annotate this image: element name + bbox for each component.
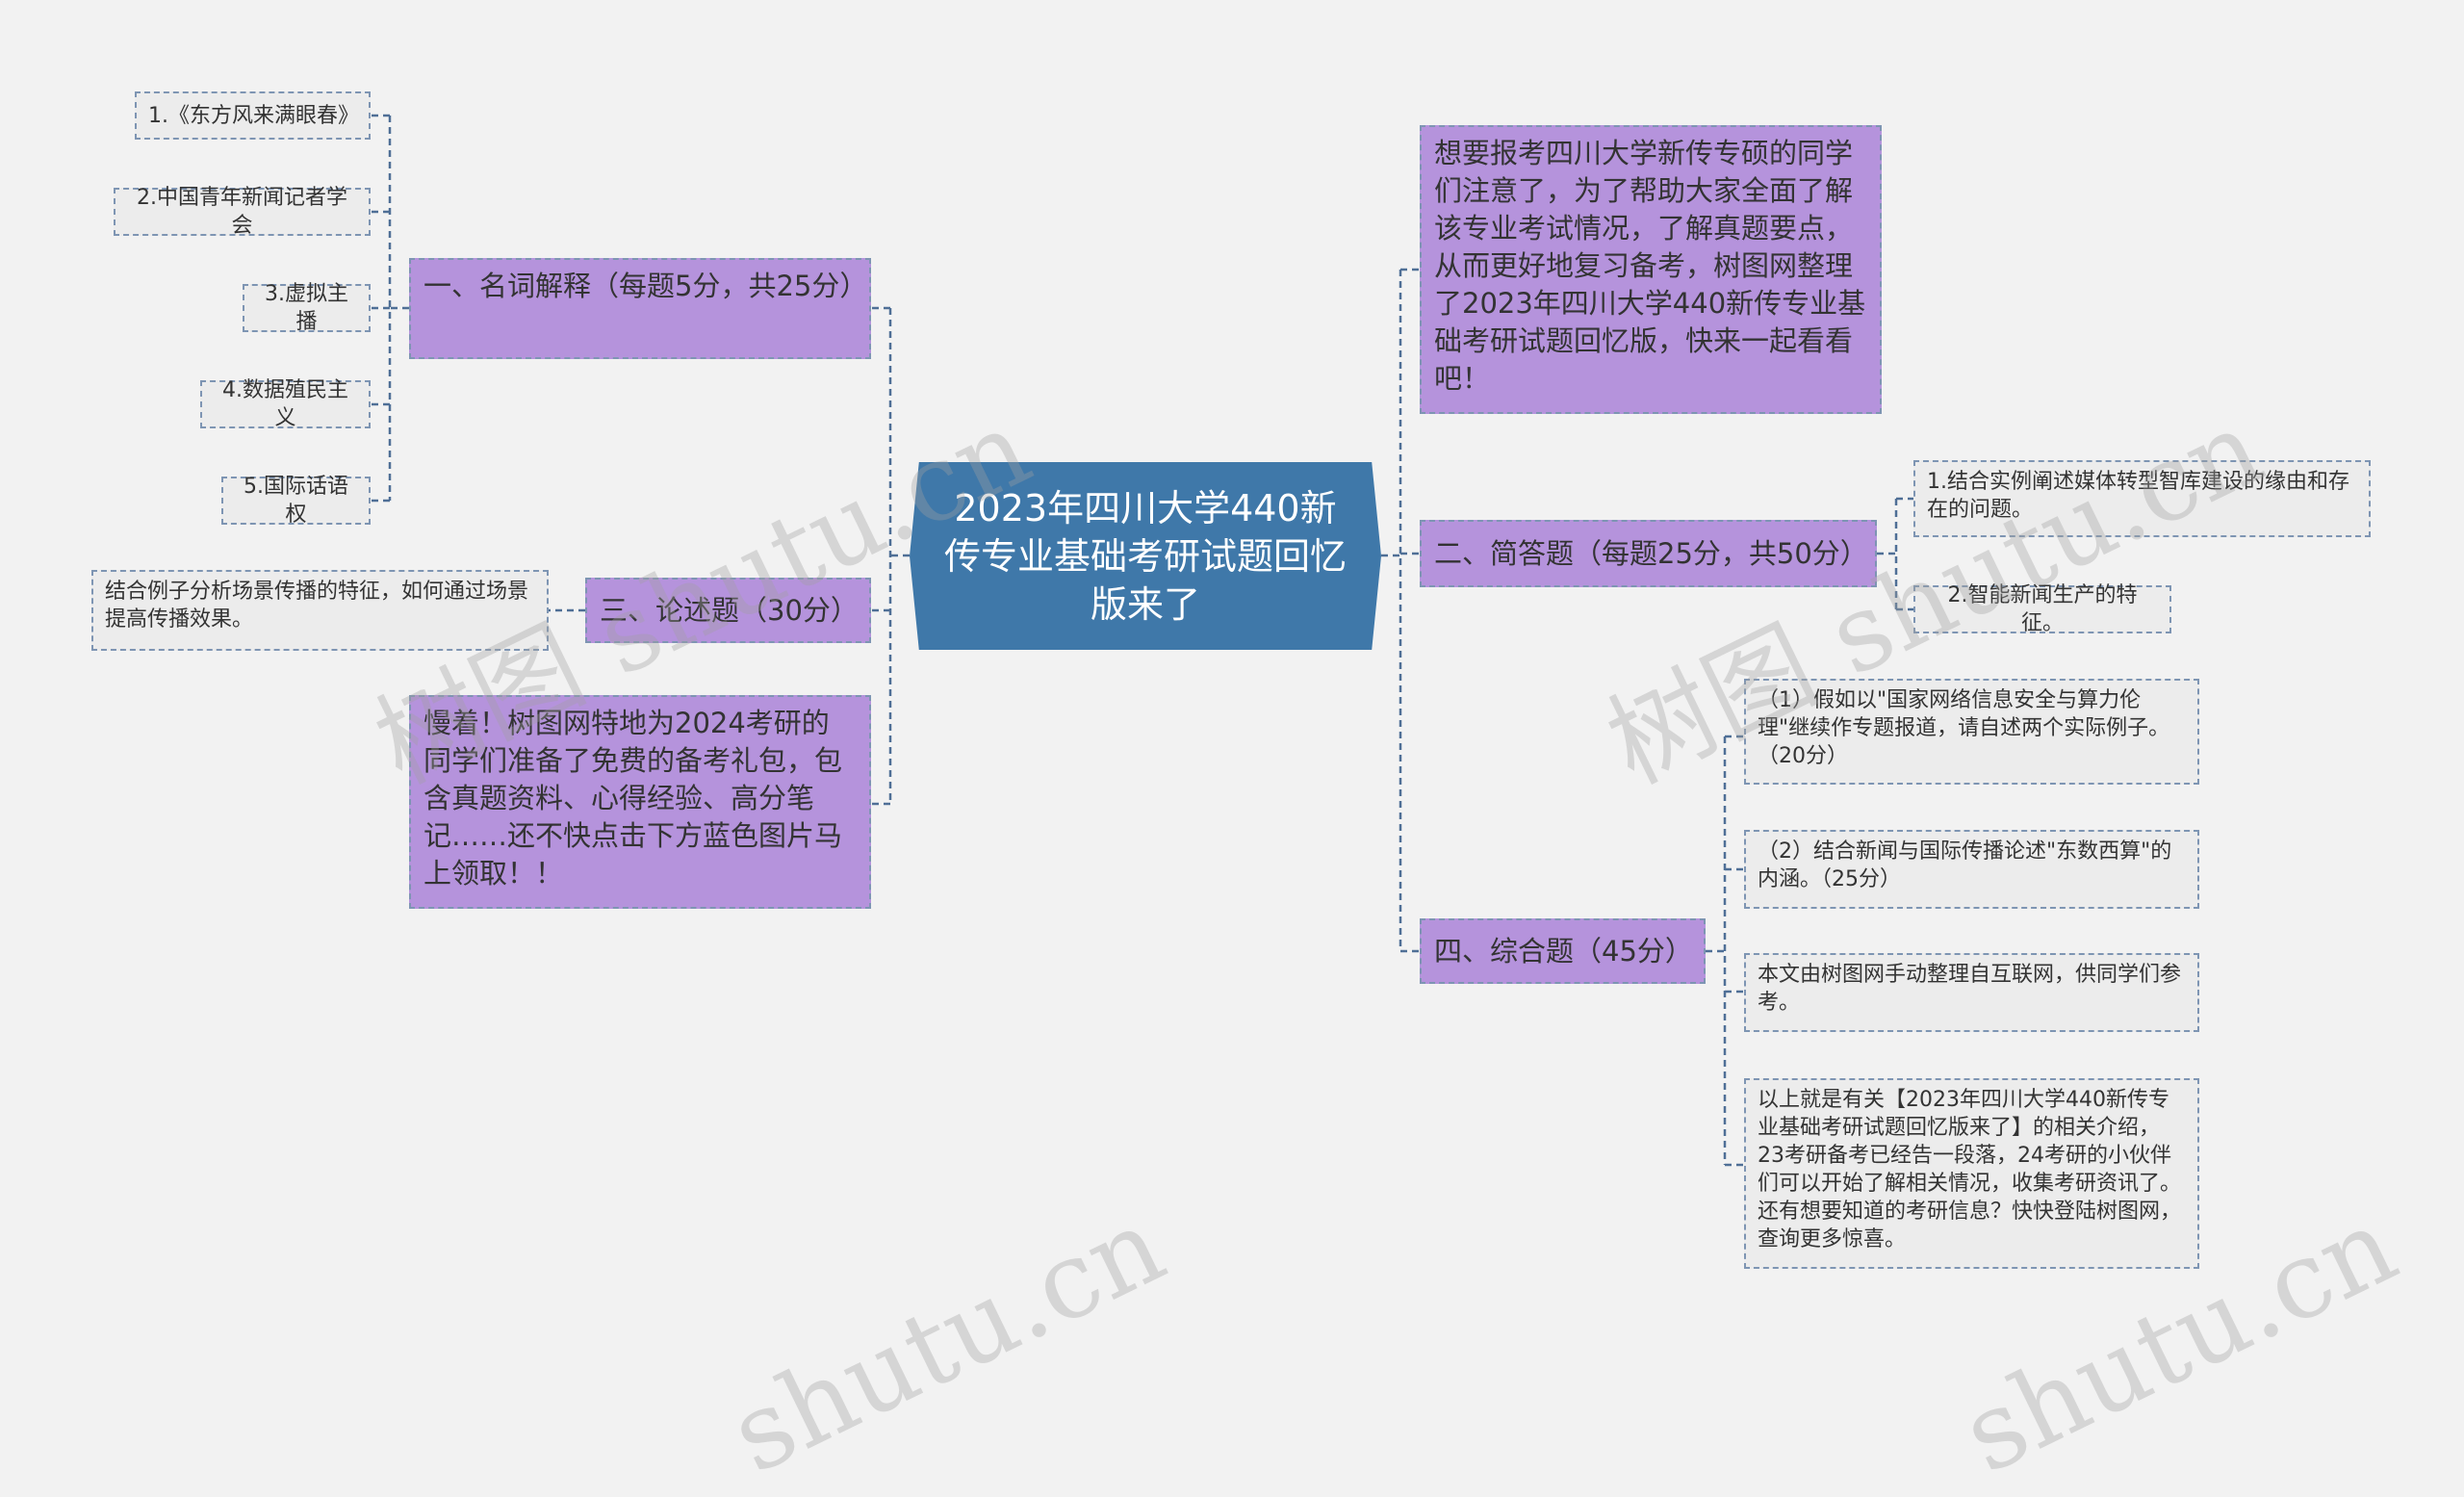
leaf-text: 1.结合实例阐述媒体转型智库建设的缘由和存在的问题。 [1927,470,2349,522]
branch-short-answer[interactable]: 二、简答题（每题25分，共50分） [1420,520,1877,587]
leaf-text: （1）假如以"国家网络信息安全与算力伦理"继续作专题报道，请自述两个实际例子。（… [1758,688,2170,768]
leaf-text: 4.数据殖民主义 [222,378,348,430]
branch-term-definitions[interactable]: 一、名词解释（每题5分，共25分） [409,258,871,359]
promo-text: 慢着！树图网特地为2024考研的同学们准备了免费的备考礼包，包含真题资料、心得经… [424,707,843,890]
leaf-text: 2.中国青年新闻记者学会 [137,186,347,238]
branch-label: 一、名词解释（每题5分，共25分） [424,270,868,302]
leaf-comp-2[interactable]: （2）结合新闻与国际传播论述"东数西算"的内涵。（25分） [1744,830,2199,909]
leaf-short-2[interactable]: 2.智能新闻生产的特征。 [1913,583,2171,635]
leaf-text: 3.虚拟主播 [265,282,348,334]
branch-label: 三、论述题（30分） [600,593,859,627]
leaf-term-5[interactable]: 5.国际话语权 [221,475,371,527]
leaf-text: 本文由树图网手动整理自互联网，供同学们参考。 [1758,963,2182,1015]
leaf-term-1[interactable]: 1.《东方风来满眼春》 [135,91,371,140]
intro-text: 想要报考四川大学新传专硕的同学们注意了，为了帮助大家全面了解该专业考试情况，了解… [1434,137,1866,395]
leaf-text: 以上就是有关【2023年四川大学440新传专业基础考研试题回忆版来了】的相关介绍… [1758,1088,2182,1252]
leaf-comp-4[interactable]: 以上就是有关【2023年四川大学440新传专业基础考研试题回忆版来了】的相关介绍… [1744,1078,2199,1269]
leaf-term-3[interactable]: 3.虚拟主播 [243,282,371,334]
leaf-text: 5.国际话语权 [244,475,348,527]
branch-essay[interactable]: 三、论述题（30分） [585,578,871,643]
leaf-text: （2）结合新闻与国际传播论述"东数西算"的内涵。（25分） [1758,839,2172,891]
leaf-text: 2.智能新闻生产的特征。 [1947,583,2138,635]
branch-label: 二、简答题（每题25分，共50分） [1434,536,1868,570]
leaf-term-4[interactable]: 4.数据殖民主义 [200,378,371,430]
central-topic-title: 2023年四川大学440新传专业基础考研试题回忆版来了 [943,486,1347,626]
intro-note[interactable]: 想要报考四川大学新传专硕的同学们注意了，为了帮助大家全面了解该专业考试情况，了解… [1420,125,1882,414]
leaf-comp-1[interactable]: （1）假如以"国家网络信息安全与算力伦理"继续作专题报道，请自述两个实际例子。（… [1744,679,2199,785]
leaf-term-2[interactable]: 2.中国青年新闻记者学会 [114,186,371,238]
leaf-comp-3[interactable]: 本文由树图网手动整理自互联网，供同学们参考。 [1744,953,2199,1032]
leaf-text: 1.《东方风来满眼春》 [148,103,359,128]
central-topic[interactable]: 2023年四川大学440新传专业基础考研试题回忆版来了 [910,462,1381,650]
leaf-short-1[interactable]: 1.结合实例阐述媒体转型智库建设的缘由和存在的问题。 [1913,460,2371,537]
leaf-text: 结合例子分析场景传播的特征，如何通过场景提高传播效果。 [105,580,529,632]
promo-note[interactable]: 慢着！树图网特地为2024考研的同学们准备了免费的备考礼包，包含真题资料、心得经… [409,695,871,909]
branch-comprehensive[interactable]: 四、综合题（45分） [1420,918,1706,984]
leaf-essay-1[interactable]: 结合例子分析场景传播的特征，如何通过场景提高传播效果。 [91,570,549,651]
branch-label: 四、综合题（45分） [1434,934,1693,968]
